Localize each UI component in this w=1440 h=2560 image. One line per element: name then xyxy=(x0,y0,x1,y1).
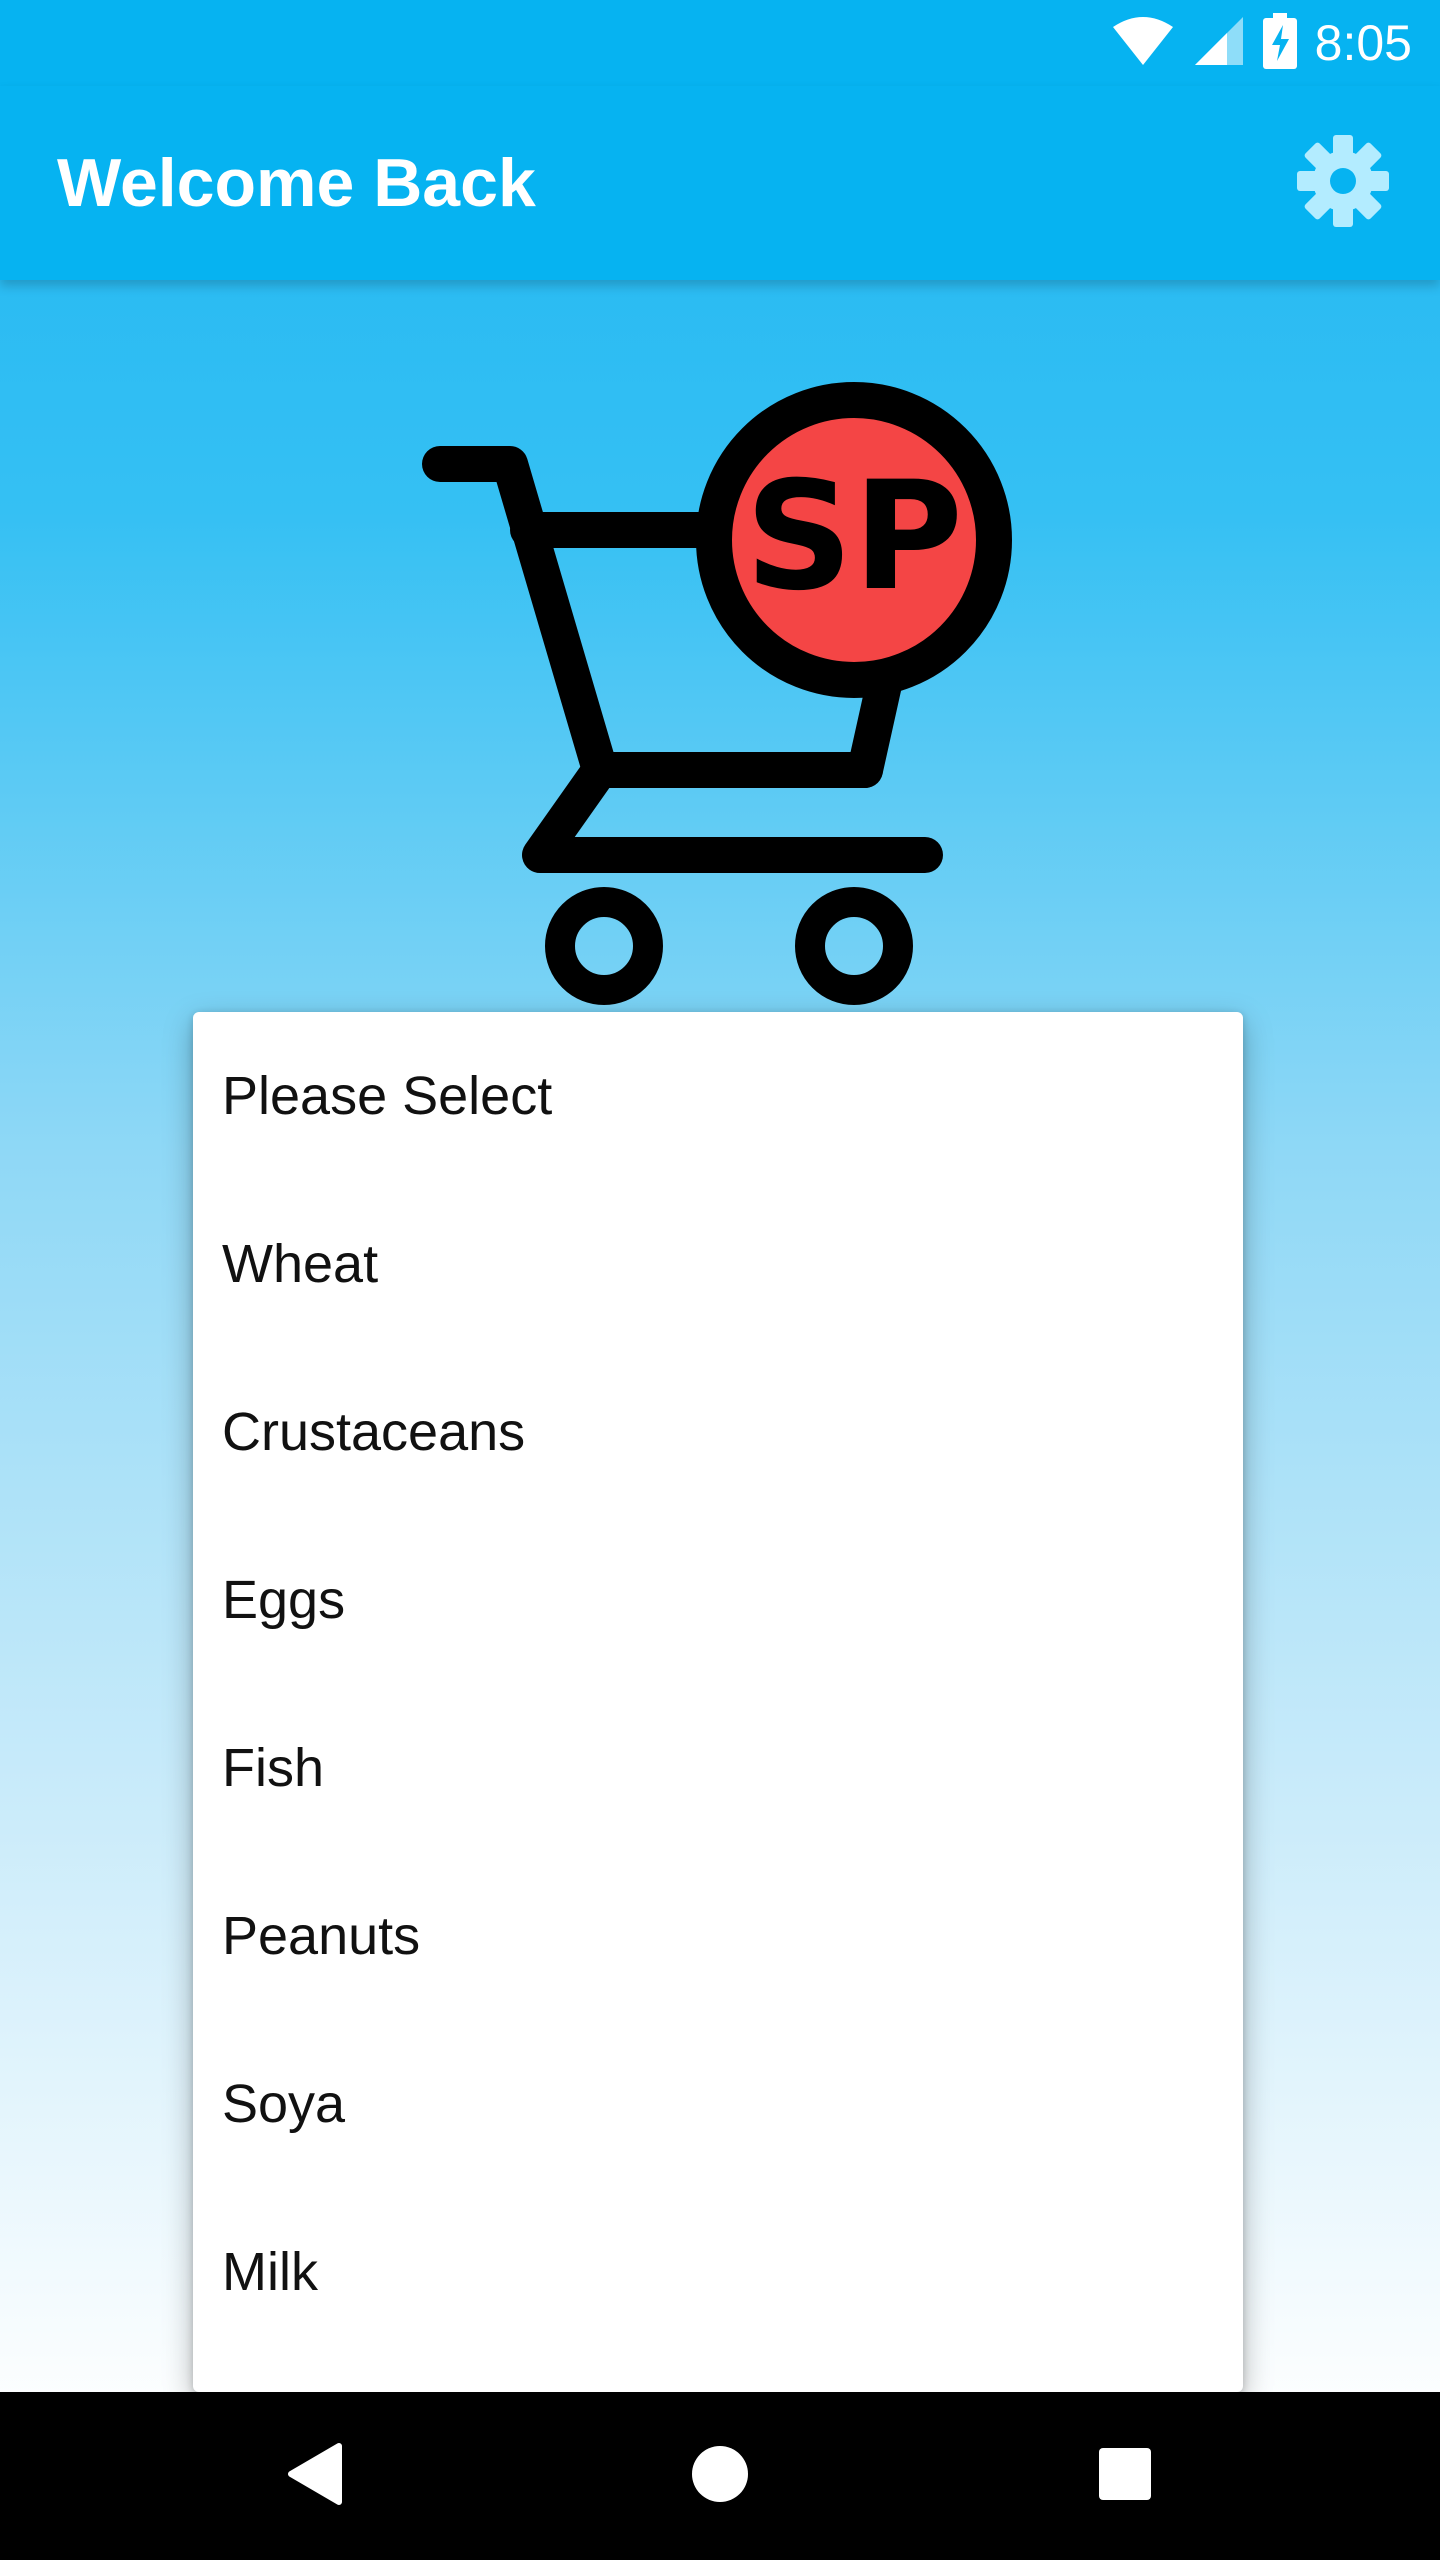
app-screen: 8:05 Welcome Back SP Please Select Wheat… xyxy=(0,0,1440,2560)
settings-button[interactable] xyxy=(1288,128,1398,238)
logo-text: SP xyxy=(745,450,963,624)
back-button[interactable] xyxy=(265,2426,365,2526)
dropdown-option-peanuts[interactable]: Peanuts xyxy=(193,1852,1243,2020)
dropdown-option-wheat[interactable]: Wheat xyxy=(193,1180,1243,1348)
dropdown-option-fish[interactable]: Fish xyxy=(193,1684,1243,1852)
dropdown-option-eggs[interactable]: Eggs xyxy=(193,1516,1243,1684)
dropdown-option-please-select[interactable]: Please Select xyxy=(193,1012,1243,1180)
system-nav-bar xyxy=(0,2392,1440,2560)
home-button[interactable] xyxy=(670,2426,770,2526)
gear-icon xyxy=(1295,133,1391,234)
status-time: 8:05 xyxy=(1314,15,1412,71)
dropdown-option-soya[interactable]: Soya xyxy=(193,2020,1243,2188)
signal-icon xyxy=(1193,15,1245,72)
recents-button[interactable] xyxy=(1075,2426,1175,2526)
recents-square-icon xyxy=(1097,2446,1153,2507)
app-logo: SP xyxy=(410,370,1040,1020)
home-circle-icon xyxy=(690,2444,750,2509)
status-icons: 8:05 xyxy=(1111,10,1412,76)
shopping-cart-icon: SP xyxy=(422,382,1012,1005)
page-title: Welcome Back xyxy=(57,145,536,221)
back-triangle-icon xyxy=(285,2442,345,2511)
dropdown-option-crustaceans[interactable]: Crustaceans xyxy=(193,1348,1243,1516)
wifi-icon xyxy=(1111,15,1175,72)
dropdown-option-milk[interactable]: Milk xyxy=(193,2188,1243,2356)
battery-charging-icon xyxy=(1262,12,1297,74)
app-bar: Welcome Back xyxy=(0,86,1440,280)
allergen-dropdown-menu[interactable]: Please Select Wheat Crustaceans Eggs Fis… xyxy=(193,1012,1243,2392)
status-bar: 8:05 xyxy=(0,0,1440,86)
